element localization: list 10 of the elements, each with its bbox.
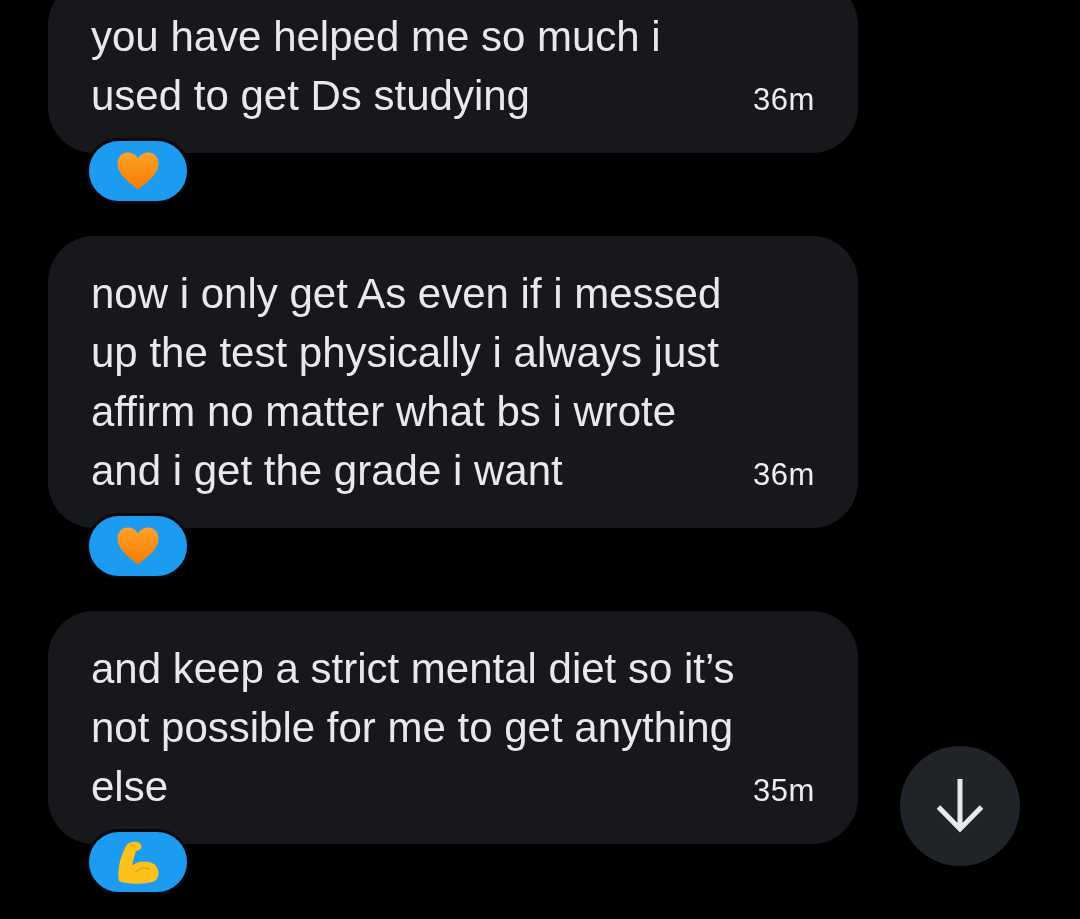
message-timestamp: 35m	[752, 772, 815, 810]
flexed-arm-icon	[116, 840, 160, 884]
message-timestamp: 36m	[752, 81, 815, 119]
message-text: you have helped me so much i used to get Ds studying	[91, 12, 662, 121]
heart-icon	[117, 152, 159, 190]
heart-icon	[117, 527, 159, 565]
down-arrow-icon	[936, 779, 984, 833]
message-text: now i only get As even if i messed up the test physically i always just affirm no matter what bs i wrote and i get the grade i want	[91, 269, 723, 496]
message-text: and keep a strict mental diet so it’s not possible for me to get anything else	[91, 644, 736, 812]
message-timestamp: 36m	[752, 456, 815, 494]
